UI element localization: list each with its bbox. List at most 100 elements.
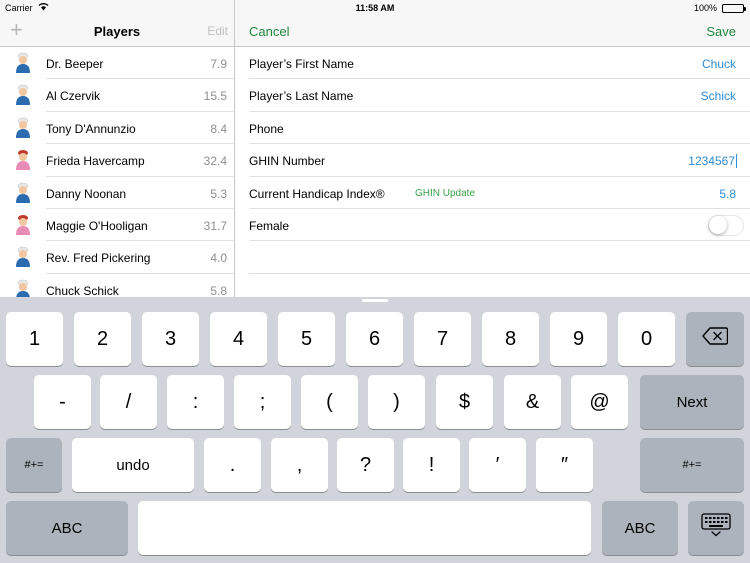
player-handicap: 15.5 (203, 89, 227, 104)
handicap-label: Current Handicap Index® (249, 186, 385, 201)
key-ampersand[interactable]: & (504, 375, 561, 429)
list-item[interactable]: Al Czervik 15.5 (0, 79, 234, 113)
key-7[interactable]: 7 (414, 312, 471, 366)
last-name-label: Player’s Last Name (249, 89, 354, 104)
save-button[interactable]: Save (706, 24, 736, 39)
player-name: Maggie O'Hooligan (46, 218, 148, 233)
key-open-paren[interactable]: ( (301, 375, 358, 429)
golfer-male-icon (14, 84, 32, 106)
players-title: Players (93, 24, 141, 39)
player-handicap: 31.7 (203, 218, 227, 233)
key-8[interactable]: 8 (482, 312, 539, 366)
list-item[interactable]: Chuck Schick 5.8 (0, 274, 234, 297)
list-item[interactable]: Maggie O'Hooligan 31.7 (0, 209, 234, 242)
key-1[interactable]: 1 (6, 312, 63, 366)
ghin-update-button[interactable]: GHIN Update (415, 188, 475, 199)
abc-key-right[interactable]: ABC (602, 501, 678, 555)
status-bar: Carrier 11:58 AM 100% (0, 0, 750, 16)
battery-percent: 100% (693, 3, 717, 13)
keyboard-dismiss-icon (701, 513, 731, 543)
key-9[interactable]: 9 (550, 312, 607, 366)
phone-row[interactable]: Phone (235, 112, 750, 145)
first-name-label: Player’s First Name (249, 57, 354, 71)
key-close-paren[interactable]: ) (368, 375, 425, 429)
list-item[interactable]: Rev. Fred Pickering 4.0 (0, 241, 234, 275)
handicap-field[interactable]: 5.8 (719, 187, 736, 201)
list-item[interactable]: Danny Noonan 5.3 (0, 177, 234, 210)
first-name-field[interactable]: Chuck (702, 57, 736, 71)
key-hyphen[interactable]: - (34, 375, 91, 429)
ghin-field[interactable]: 1234567 (688, 154, 737, 169)
player-name: Danny Noonan (46, 186, 127, 201)
dismiss-keyboard-button[interactable] (688, 501, 744, 555)
phone-label: Phone (249, 121, 284, 136)
symbols-key-left[interactable]: #+= (6, 438, 62, 492)
edit-player-nav-bar: Cancel Save (235, 16, 750, 47)
status-time: 11:58 AM (355, 3, 395, 13)
key-prime[interactable]: ′ (469, 438, 526, 492)
key-6[interactable]: 6 (346, 312, 403, 366)
players-list[interactable]: Dr. Beeper 7.9 Al Czervik 15.5 Tony D'An… (0, 47, 234, 297)
player-handicap: 7.9 (210, 57, 227, 71)
numeric-keyboard: 1 2 3 4 5 6 7 8 9 0 - / : ; ( ) $ & @ Ne… (0, 297, 750, 563)
key-colon[interactable]: : (167, 375, 224, 429)
player-name: Al Czervik (46, 89, 101, 104)
female-label: Female (249, 218, 290, 233)
key-semicolon[interactable]: ; (234, 375, 291, 429)
key-2[interactable]: 2 (74, 312, 131, 366)
list-item[interactable]: Tony D'Annunzio 8.4 (0, 112, 234, 145)
undo-key[interactable]: undo (72, 438, 194, 492)
golfer-male-icon (14, 182, 32, 204)
golfer-male-icon (14, 279, 32, 297)
delete-button[interactable] (686, 312, 744, 366)
backspace-icon (702, 327, 729, 351)
key-slash[interactable]: / (100, 375, 157, 429)
player-handicap: 4.0 (210, 251, 227, 266)
player-handicap: 5.3 (210, 186, 227, 201)
ghin-row[interactable]: GHIN Number 1234567 (235, 144, 750, 177)
cancel-button[interactable]: Cancel (249, 24, 289, 39)
key-question[interactable]: ? (337, 438, 394, 492)
key-dollar[interactable]: $ (436, 375, 493, 429)
key-double-prime[interactable]: ″ (536, 438, 593, 492)
golfer-male-icon (14, 117, 32, 139)
abc-key-left[interactable]: ABC (6, 501, 128, 555)
toggle-knob (709, 215, 727, 234)
space-bar[interactable] (138, 501, 591, 555)
golfer-male-icon (14, 52, 32, 74)
list-item[interactable]: Dr. Beeper 7.9 (0, 47, 234, 80)
player-name: Tony D'Annunzio (46, 121, 136, 136)
last-name-row[interactable]: Player’s Last Name Schick (235, 79, 750, 113)
female-toggle[interactable] (708, 214, 744, 236)
players-nav-bar: + Players Edit (0, 16, 234, 47)
symbols-key-right[interactable]: #+= (640, 438, 744, 492)
female-row: Female (235, 209, 750, 242)
battery-icon (722, 4, 746, 13)
ghin-label: GHIN Number (249, 154, 326, 169)
player-form: Player’s First Name Chuck Player’s Last … (235, 47, 750, 297)
key-exclamation[interactable]: ! (403, 438, 460, 492)
list-item[interactable]: Frieda Havercamp 32.4 (0, 144, 234, 177)
golfer-female-icon (14, 149, 32, 171)
player-name: Chuck Schick (46, 283, 119, 297)
player-name: Frieda Havercamp (46, 154, 145, 169)
key-5[interactable]: 5 (278, 312, 335, 366)
last-name-field[interactable]: Schick (701, 89, 736, 103)
key-at[interactable]: @ (571, 375, 628, 429)
next-button[interactable]: Next (640, 375, 744, 429)
key-4[interactable]: 4 (210, 312, 267, 366)
key-period[interactable]: . (204, 438, 261, 492)
player-handicap: 32.4 (203, 154, 227, 169)
player-handicap: 5.8 (210, 283, 227, 297)
player-name: Dr. Beeper (46, 57, 104, 71)
key-0[interactable]: 0 (618, 312, 675, 366)
empty-row (235, 241, 750, 275)
player-name: Rev. Fred Pickering (46, 251, 151, 266)
edit-button[interactable]: Edit (207, 24, 228, 38)
key-comma[interactable]: , (271, 438, 328, 492)
key-3[interactable]: 3 (142, 312, 199, 366)
first-name-row[interactable]: Player’s First Name Chuck (235, 47, 750, 80)
handicap-row[interactable]: Current Handicap Index® GHIN Update 5.8 (235, 177, 750, 210)
golfer-female-icon (14, 214, 32, 236)
keyboard-drag-handle[interactable] (362, 299, 388, 302)
